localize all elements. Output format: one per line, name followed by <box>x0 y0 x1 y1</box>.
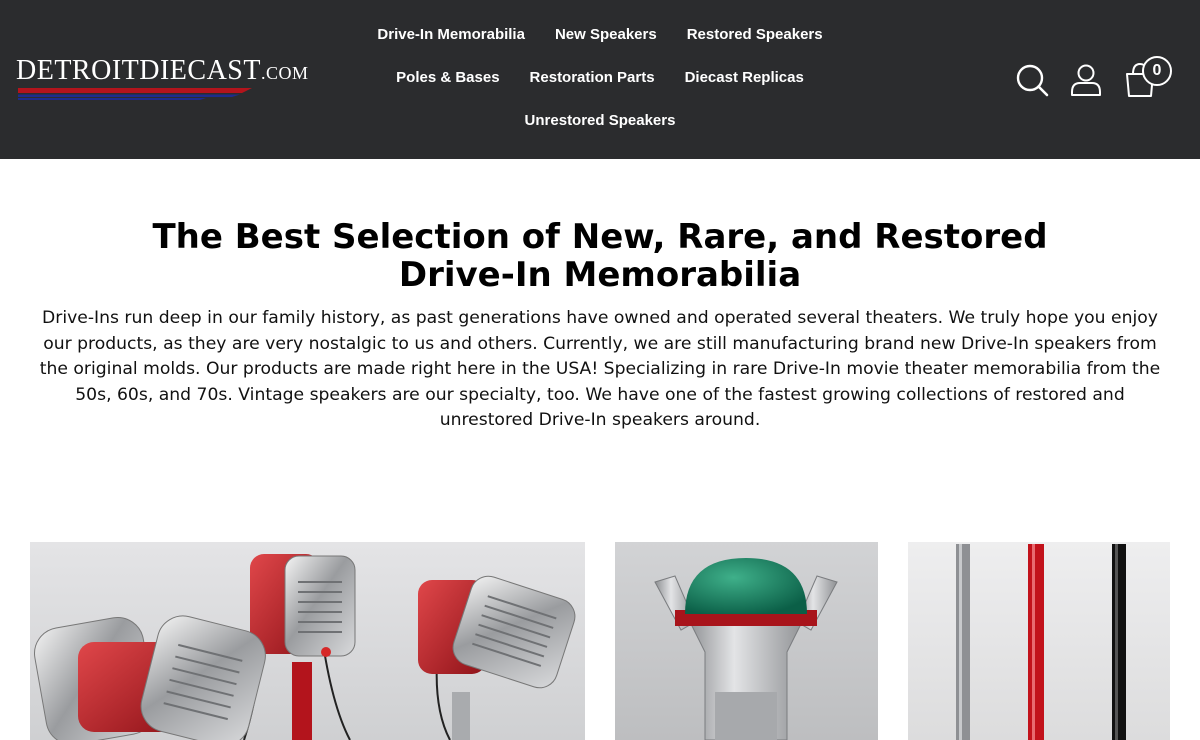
search-button[interactable] <box>1014 62 1050 98</box>
cart-count-badge: 0 <box>1142 56 1172 86</box>
user-icon <box>1071 64 1101 96</box>
search-icon <box>1016 64 1049 97</box>
page-title: The Best Selection of New, Rare, and Res… <box>152 217 1048 295</box>
hero-section: The Best Selection of New, Rare, and Res… <box>30 218 1170 434</box>
speakers-image <box>30 542 585 740</box>
poles-image <box>908 542 1170 740</box>
nav-new-speakers[interactable]: New Speakers <box>555 25 657 45</box>
nav-row: Drive-In Memorabilia New Speakers Restor… <box>330 25 870 45</box>
nav-diecast-replicas[interactable]: Diecast Replicas <box>685 68 804 88</box>
nav-row: Poles & Bases Restoration Parts Diecast … <box>330 68 870 88</box>
site-header: DetroitDiecast.com Drive-In Memorabilia … <box>0 0 1200 159</box>
intro-paragraph: Drive-Ins run deep in our family history… <box>39 308 1161 430</box>
nav-unrestored-speakers[interactable]: Unrestored Speakers <box>525 111 676 131</box>
nav-row: Unrestored Speakers <box>330 111 870 131</box>
site-logo[interactable]: DetroitDiecast.com <box>16 56 308 102</box>
main-nav: Drive-In Memorabilia New Speakers Restor… <box>330 0 870 159</box>
pole-light-image <box>615 542 878 740</box>
nav-restoration-parts[interactable]: Restoration Parts <box>530 68 655 88</box>
logo-stripes <box>18 88 252 100</box>
cart-button[interactable]: 0 <box>1122 56 1174 100</box>
category-tile-speakers[interactable] <box>30 542 585 740</box>
nav-poles-bases[interactable]: Poles & Bases <box>396 68 499 88</box>
nav-drive-in-memorabilia[interactable]: Drive-In Memorabilia <box>377 25 525 45</box>
category-tile-poles[interactable] <box>908 542 1170 740</box>
nav-restored-speakers[interactable]: Restored Speakers <box>687 25 823 45</box>
account-button[interactable] <box>1068 62 1104 98</box>
category-tile-poles-bases[interactable] <box>615 542 878 740</box>
